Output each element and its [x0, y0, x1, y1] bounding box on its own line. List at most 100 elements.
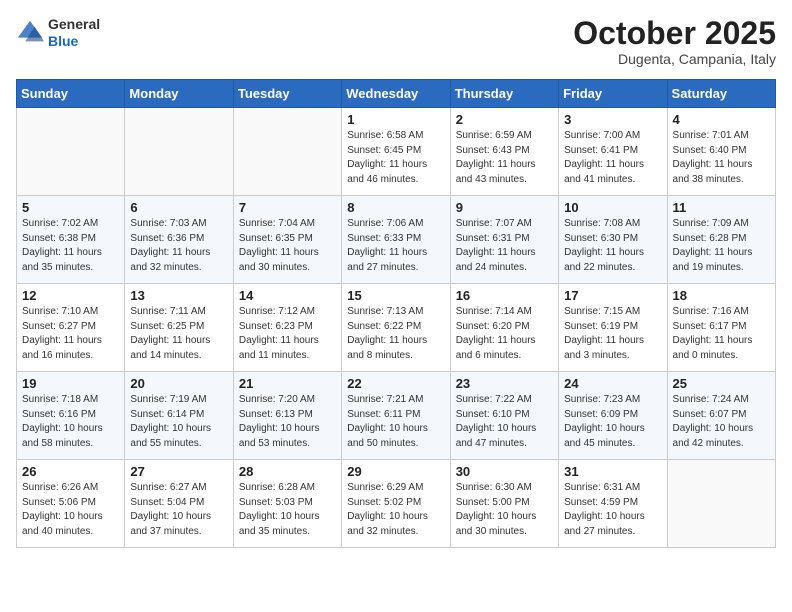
day-info: Sunrise: 7:23 AM Sunset: 6:09 PM Dayligh… — [564, 393, 661, 451]
calendar-cell: 28 Sunrise: 6:28 AM Sunset: 5:03 PM Dayli… — [233, 460, 341, 548]
calendar-cell: 31Sunrise: 6:31 AM Sunset: 4:59 PM Dayli… — [559, 460, 667, 548]
day-info: Sunrise: 7:12 AM Sunset: 6:23 PM Dayligh… — [239, 305, 336, 363]
calendar-cell: 17 Sunrise: 7:15 AM Sunset: 6:19 PM Dayli… — [559, 284, 667, 372]
calendar-cell — [17, 108, 125, 196]
calendar-cell: 15 Sunrise: 7:13 AM Sunset: 6:22 PM Dayli… — [342, 284, 450, 372]
day-number: 15 — [347, 288, 444, 303]
day-number: 7 — [239, 200, 336, 215]
day-number: 12 — [22, 288, 119, 303]
calendar-cell: 25 Sunrise: 7:24 AM Sunset: 6:07 PM Dayli… — [667, 372, 775, 460]
weekday-header-sunday: Sunday — [17, 80, 125, 108]
day-number: 13 — [130, 288, 227, 303]
weekday-header-tuesday: Tuesday — [233, 80, 341, 108]
day-number: 2 — [456, 112, 553, 127]
day-info: Sunrise: 6:59 AM Sunset: 6:43 PM Dayligh… — [456, 129, 553, 187]
day-info: Sunrise: 7:19 AM Sunset: 6:14 PM Dayligh… — [130, 393, 227, 451]
day-info: Sunrise: 7:02 AM Sunset: 6:38 PM Dayligh… — [22, 217, 119, 275]
calendar-cell: 7 Sunrise: 7:04 AM Sunset: 6:35 PM Daylig… — [233, 196, 341, 284]
calendar-cell: 30 Sunrise: 6:30 AM Sunset: 5:00 PM Dayli… — [450, 460, 558, 548]
day-number: 3 — [564, 112, 661, 127]
day-info: Sunrise: 7:06 AM Sunset: 6:33 PM Dayligh… — [347, 217, 444, 275]
day-info: Sunrise: 7:24 AM Sunset: 6:07 PM Dayligh… — [673, 393, 770, 451]
calendar-cell: 14 Sunrise: 7:12 AM Sunset: 6:23 PM Dayli… — [233, 284, 341, 372]
day-number: 27 — [130, 464, 227, 479]
week-row-1: 1 Sunrise: 6:58 AM Sunset: 6:45 PM Daylig… — [17, 108, 776, 196]
day-info: Sunrise: 7:09 AM Sunset: 6:28 PM Dayligh… — [673, 217, 770, 275]
day-info: Sunrise: 7:07 AM Sunset: 6:31 PM Dayligh… — [456, 217, 553, 275]
week-row-4: 19Sunrise: 7:18 AM Sunset: 6:16 PM Dayli… — [17, 372, 776, 460]
calendar-cell: 21 Sunrise: 7:20 AM Sunset: 6:13 PM Dayli… — [233, 372, 341, 460]
calendar-cell: 11Sunrise: 7:09 AM Sunset: 6:28 PM Dayli… — [667, 196, 775, 284]
logo: General Blue — [16, 16, 100, 50]
logo-text: General Blue — [48, 16, 100, 50]
day-info: Sunrise: 7:13 AM Sunset: 6:22 PM Dayligh… — [347, 305, 444, 363]
day-number: 17 — [564, 288, 661, 303]
day-number: 1 — [347, 112, 444, 127]
calendar-cell: 10 Sunrise: 7:08 AM Sunset: 6:30 PM Dayli… — [559, 196, 667, 284]
day-info: Sunrise: 7:15 AM Sunset: 6:19 PM Dayligh… — [564, 305, 661, 363]
calendar-cell — [233, 108, 341, 196]
calendar-cell: 9 Sunrise: 7:07 AM Sunset: 6:31 PM Daylig… — [450, 196, 558, 284]
day-info: Sunrise: 7:03 AM Sunset: 6:36 PM Dayligh… — [130, 217, 227, 275]
day-info: Sunrise: 7:21 AM Sunset: 6:11 PM Dayligh… — [347, 393, 444, 451]
day-info: Sunrise: 7:14 AM Sunset: 6:20 PM Dayligh… — [456, 305, 553, 363]
day-info: Sunrise: 6:58 AM Sunset: 6:45 PM Dayligh… — [347, 129, 444, 187]
day-number: 29 — [347, 464, 444, 479]
logo-icon — [16, 19, 44, 47]
day-number: 18 — [673, 288, 770, 303]
logo-general-text: General — [48, 16, 100, 33]
day-number: 9 — [456, 200, 553, 215]
day-info: Sunrise: 7:20 AM Sunset: 6:13 PM Dayligh… — [239, 393, 336, 451]
calendar-cell: 12 Sunrise: 7:10 AM Sunset: 6:27 PM Dayli… — [17, 284, 125, 372]
day-number: 14 — [239, 288, 336, 303]
day-info: Sunrise: 7:04 AM Sunset: 6:35 PM Dayligh… — [239, 217, 336, 275]
calendar-cell: 18 Sunrise: 7:16 AM Sunset: 6:17 PM Dayli… — [667, 284, 775, 372]
calendar-cell: 23Sunrise: 7:22 AM Sunset: 6:10 PM Dayli… — [450, 372, 558, 460]
day-info: Sunrise: 7:10 AM Sunset: 6:27 PM Dayligh… — [22, 305, 119, 363]
calendar-cell — [125, 108, 233, 196]
day-number: 22 — [347, 376, 444, 391]
calendar-cell: 5Sunrise: 7:02 AM Sunset: 6:38 PM Daylig… — [17, 196, 125, 284]
location-subtitle: Dugenta, Campania, Italy — [573, 51, 776, 67]
weekday-header-wednesday: Wednesday — [342, 80, 450, 108]
calendar-cell: 29Sunrise: 6:29 AM Sunset: 5:02 PM Dayli… — [342, 460, 450, 548]
day-number: 10 — [564, 200, 661, 215]
calendar-cell: 16 Sunrise: 7:14 AM Sunset: 6:20 PM Dayli… — [450, 284, 558, 372]
week-row-3: 12 Sunrise: 7:10 AM Sunset: 6:27 PM Dayli… — [17, 284, 776, 372]
title-block: October 2025 Dugenta, Campania, Italy — [573, 16, 776, 67]
calendar-cell: 4Sunrise: 7:01 AM Sunset: 6:40 PM Daylig… — [667, 108, 775, 196]
calendar-cell: 19Sunrise: 7:18 AM Sunset: 6:16 PM Dayli… — [17, 372, 125, 460]
day-number: 4 — [673, 112, 770, 127]
calendar-cell: 1 Sunrise: 6:58 AM Sunset: 6:45 PM Daylig… — [342, 108, 450, 196]
day-info: Sunrise: 6:27 AM Sunset: 5:04 PM Dayligh… — [130, 481, 227, 539]
day-number: 16 — [456, 288, 553, 303]
day-number: 8 — [347, 200, 444, 215]
calendar-cell: 13 Sunrise: 7:11 AM Sunset: 6:25 PM Dayli… — [125, 284, 233, 372]
day-info: Sunrise: 7:16 AM Sunset: 6:17 PM Dayligh… — [673, 305, 770, 363]
calendar-cell — [667, 460, 775, 548]
day-info: Sunrise: 7:08 AM Sunset: 6:30 PM Dayligh… — [564, 217, 661, 275]
day-number: 25 — [673, 376, 770, 391]
page-header: General Blue October 2025 Dugenta, Campa… — [16, 16, 776, 67]
calendar-cell: 20 Sunrise: 7:19 AM Sunset: 6:14 PM Dayli… — [125, 372, 233, 460]
weekday-header-row: SundayMondayTuesdayWednesdayThursdayFrid… — [17, 80, 776, 108]
day-info: Sunrise: 6:30 AM Sunset: 5:00 PM Dayligh… — [456, 481, 553, 539]
calendar-table: SundayMondayTuesdayWednesdayThursdayFrid… — [16, 79, 776, 548]
weekday-header-friday: Friday — [559, 80, 667, 108]
month-title: October 2025 — [573, 16, 776, 51]
calendar-cell: 6Sunrise: 7:03 AM Sunset: 6:36 PM Daylig… — [125, 196, 233, 284]
day-number: 28 — [239, 464, 336, 479]
weekday-header-monday: Monday — [125, 80, 233, 108]
logo-blue-text: Blue — [48, 33, 100, 50]
day-number: 26 — [22, 464, 119, 479]
day-info: Sunrise: 6:26 AM Sunset: 5:06 PM Dayligh… — [22, 481, 119, 539]
day-info: Sunrise: 7:00 AM Sunset: 6:41 PM Dayligh… — [564, 129, 661, 187]
day-number: 20 — [130, 376, 227, 391]
calendar-cell: 24Sunrise: 7:23 AM Sunset: 6:09 PM Dayli… — [559, 372, 667, 460]
day-number: 21 — [239, 376, 336, 391]
day-info: Sunrise: 7:18 AM Sunset: 6:16 PM Dayligh… — [22, 393, 119, 451]
day-info: Sunrise: 7:11 AM Sunset: 6:25 PM Dayligh… — [130, 305, 227, 363]
day-info: Sunrise: 6:28 AM Sunset: 5:03 PM Dayligh… — [239, 481, 336, 539]
calendar-cell: 2 Sunrise: 6:59 AM Sunset: 6:43 PM Daylig… — [450, 108, 558, 196]
day-number: 30 — [456, 464, 553, 479]
